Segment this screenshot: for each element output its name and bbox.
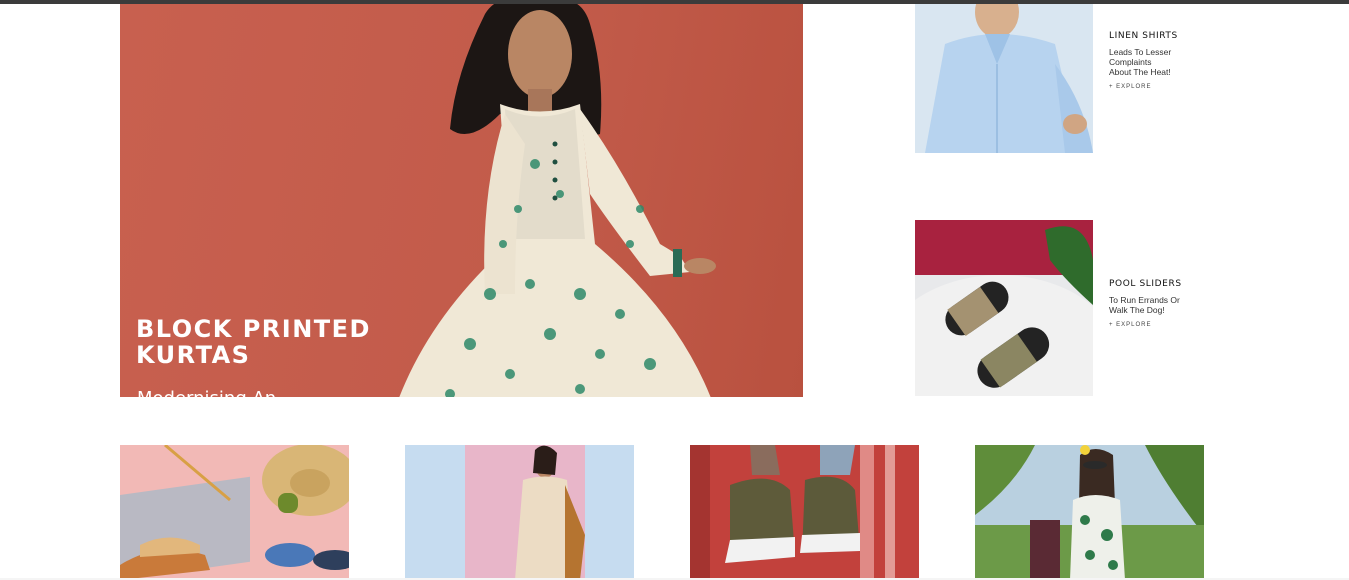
sneakers-image	[690, 445, 919, 580]
linen-shirts-image[interactable]	[915, 4, 1093, 153]
hero-banner-block-printed-kurtas[interactable]: BLOCK PRINTED KURTAS Modernising An	[120, 4, 803, 397]
pool-sliders-desc: To Run Errands Or Walk The Dog!	[1109, 295, 1219, 315]
tile-footwear-flatlay[interactable]	[120, 445, 349, 580]
hero-title-line2: KURTAS	[136, 341, 251, 369]
linen-shirts-title: LINEN SHIRTS	[1109, 31, 1178, 41]
linen-shirts-promo: LINEN SHIRTS Leads To Lesser Complaints …	[1109, 31, 1219, 90]
footwear-flatlay-image	[120, 445, 349, 580]
pool-sliders-photo	[915, 220, 1093, 396]
hero-title-line1: BLOCK PRINTED	[136, 315, 371, 343]
pool-sliders-desc-line: To Run Errands Or	[1109, 295, 1180, 305]
hero-model-image	[399, 4, 716, 397]
tile-sneakers[interactable]	[690, 445, 919, 580]
pool-sliders-image[interactable]	[915, 220, 1093, 396]
hero-subtitle: Modernising An	[137, 388, 276, 397]
linen-shirt-model-image	[915, 4, 1093, 153]
pool-sliders-promo: POOL SLIDERS To Run Errands Or Walk The …	[1109, 279, 1219, 328]
tile-resort-wear[interactable]	[975, 445, 1204, 580]
resort-wear-image	[975, 445, 1204, 580]
dress-model-image	[405, 445, 634, 580]
pool-sliders-title: POOL SLIDERS	[1109, 279, 1182, 289]
pool-sliders-explore-link[interactable]: + EXPLORE	[1109, 322, 1219, 328]
pool-sliders-desc-line: Walk The Dog!	[1109, 305, 1165, 315]
hero-title: BLOCK PRINTED KURTAS	[136, 316, 436, 368]
linen-shirts-desc: Leads To Lesser Complaints About The Hea…	[1109, 47, 1219, 77]
linen-shirts-desc-line: About The Heat!	[1109, 67, 1171, 77]
linen-shirts-desc-line: Leads To Lesser	[1109, 47, 1172, 57]
linen-shirts-desc-line: Complaints	[1109, 57, 1152, 67]
linen-shirts-explore-link[interactable]: + EXPLORE	[1109, 84, 1219, 90]
tile-dress-model[interactable]	[405, 445, 634, 580]
